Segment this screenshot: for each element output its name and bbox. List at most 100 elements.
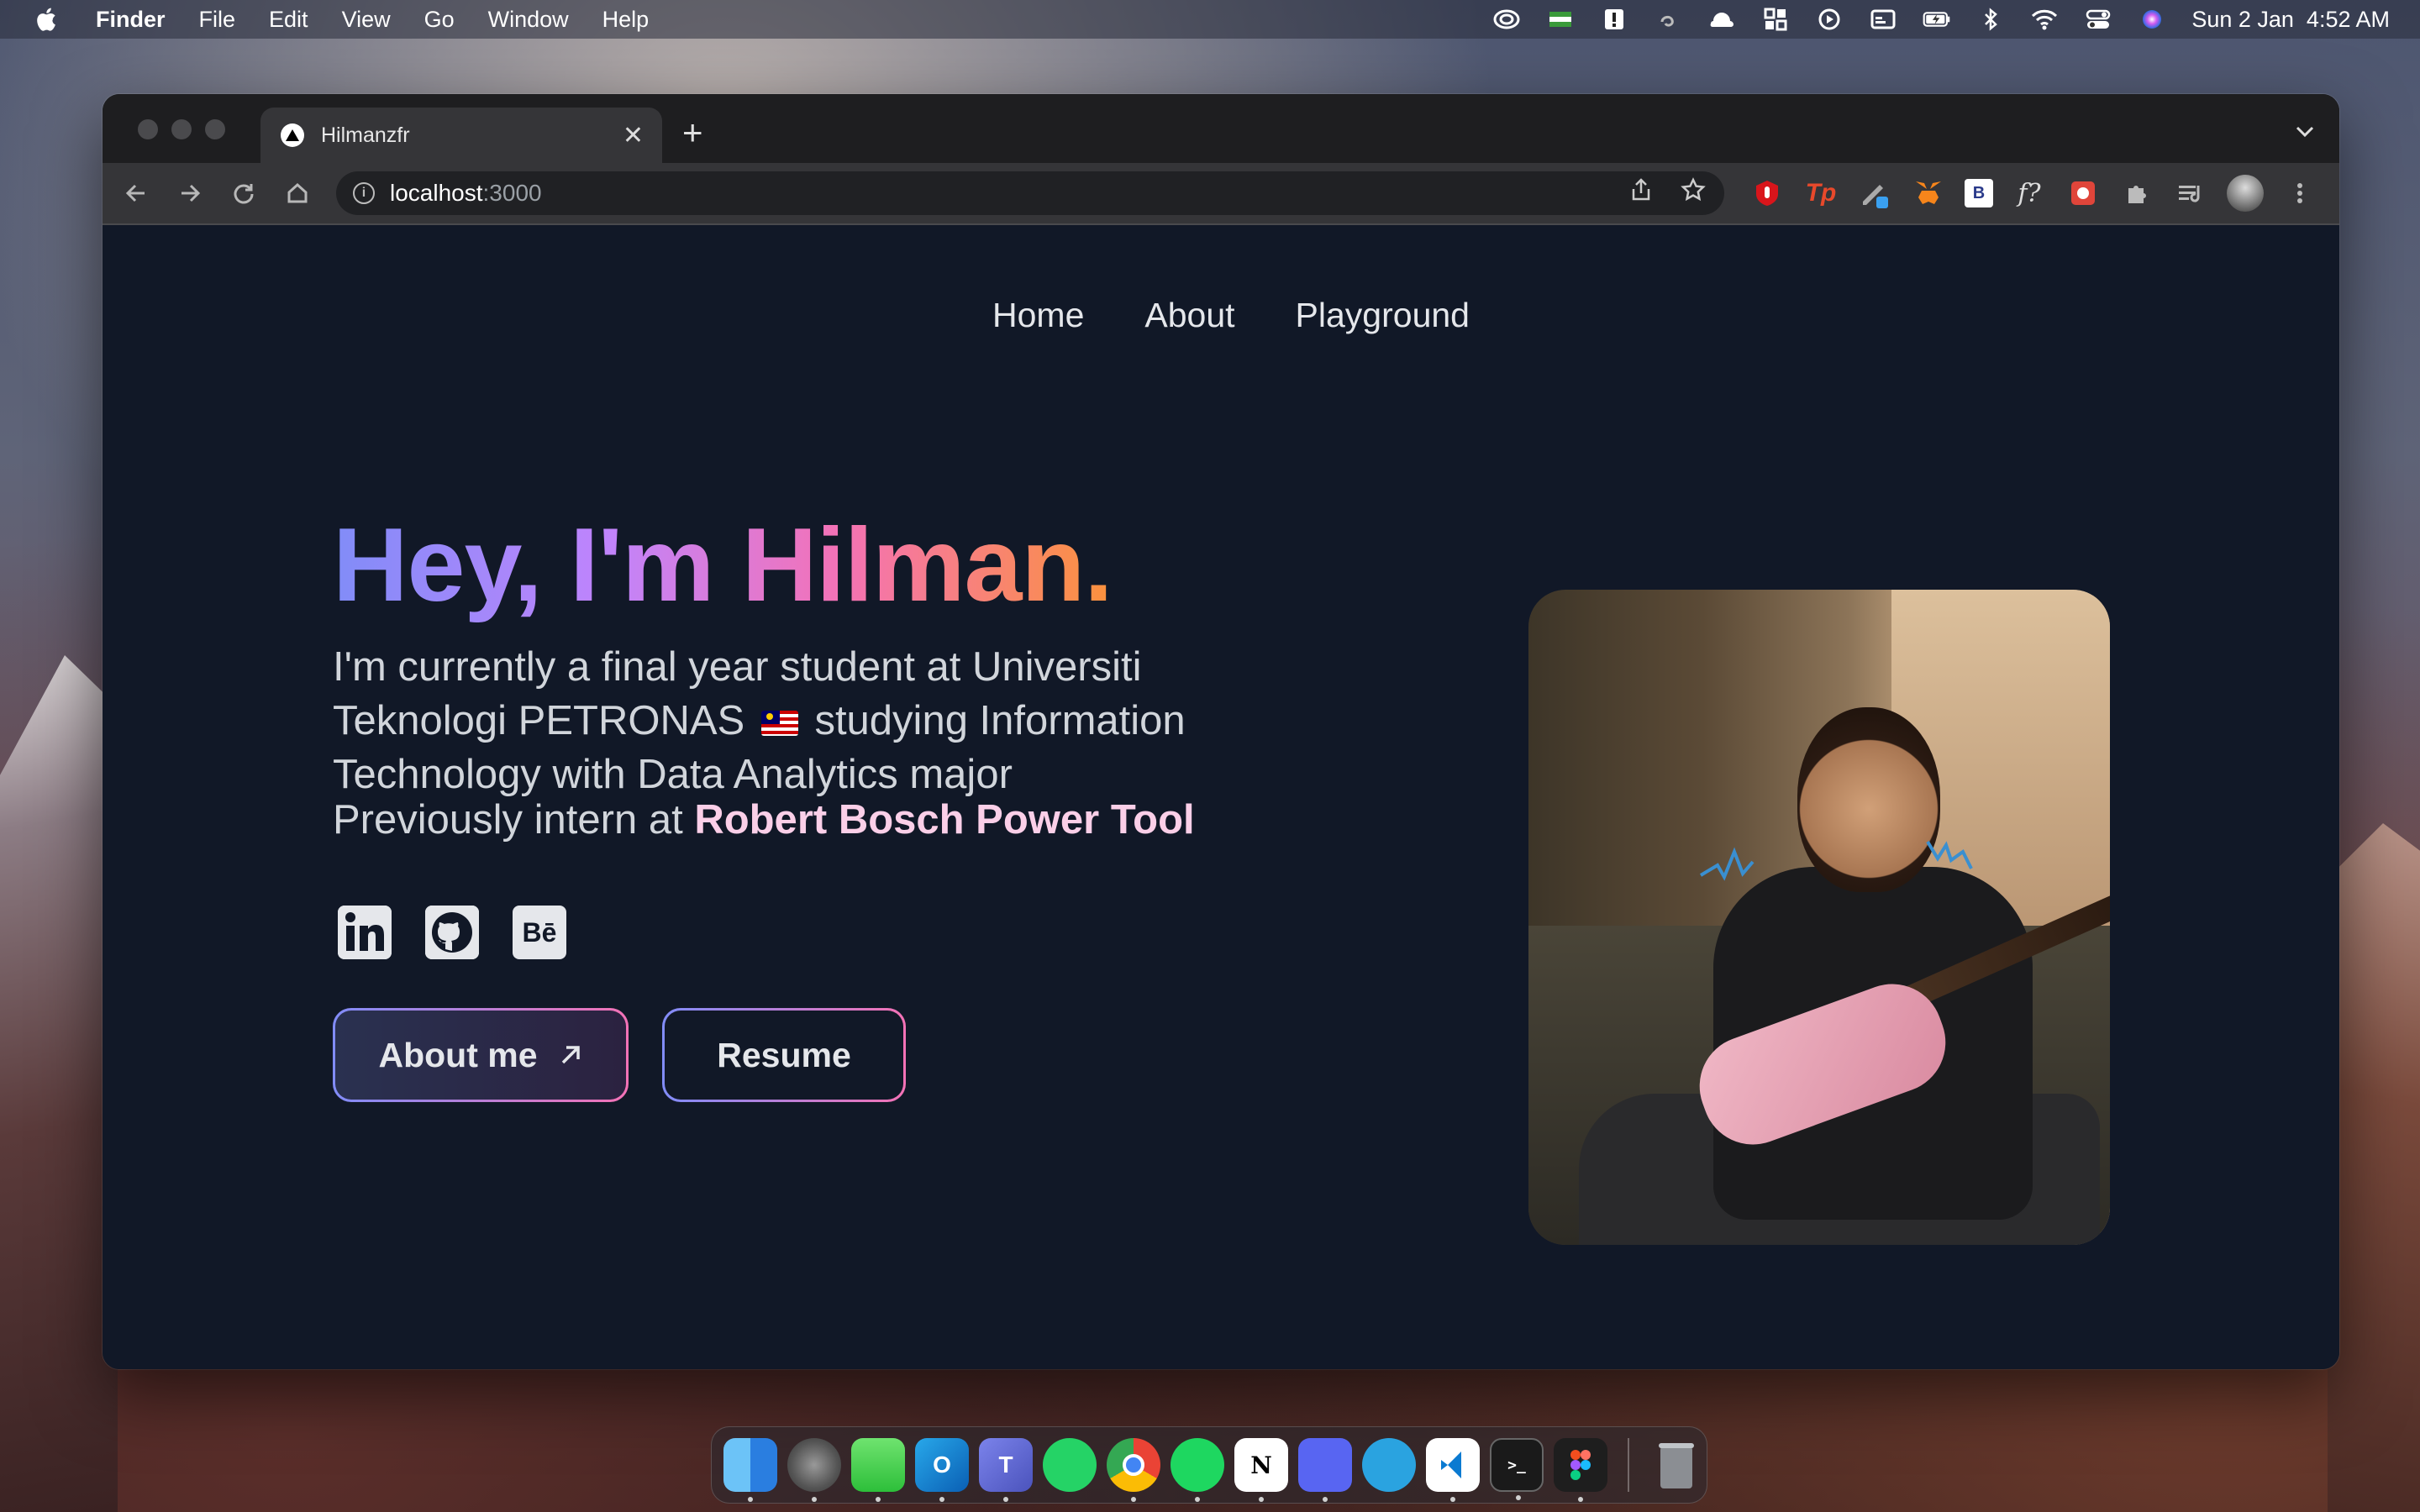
dock-whatsapp-icon[interactable] bbox=[1043, 1438, 1097, 1492]
mac-menubar: Finder File Edit View Go Window Help Sun… bbox=[0, 0, 2420, 39]
mac-dock: O T N >_ bbox=[711, 1426, 1707, 1504]
dock-system-preferences-icon[interactable] bbox=[787, 1438, 841, 1502]
intern-company: Robert Bosch Power Tool bbox=[694, 797, 1195, 843]
behance-icon-label: Bē bbox=[522, 916, 557, 948]
dock-spotify-icon[interactable] bbox=[1171, 1438, 1224, 1502]
playlist-icon[interactable] bbox=[2173, 176, 2208, 211]
b-icon[interactable]: B bbox=[1965, 179, 1993, 207]
minimize-window-button[interactable] bbox=[171, 119, 192, 139]
nav-playground-link[interactable]: Playground bbox=[1296, 296, 1470, 335]
menu-go[interactable]: Go bbox=[424, 7, 455, 33]
bookmark-star-icon[interactable] bbox=[1681, 177, 1706, 209]
alert-status-icon[interactable] bbox=[1600, 7, 1628, 32]
tp-icon[interactable]: Tp bbox=[1803, 176, 1839, 211]
menu-window[interactable]: Window bbox=[488, 7, 569, 33]
dock-trash-icon[interactable] bbox=[1649, 1438, 1703, 1492]
url-host: localhost bbox=[390, 180, 483, 206]
photo-doodle-overlay bbox=[1699, 840, 1973, 881]
resume-label: Resume bbox=[717, 1035, 851, 1074]
vercel-favicon-icon bbox=[281, 123, 304, 147]
chevron-down-icon[interactable] bbox=[2296, 118, 2314, 144]
github-icon[interactable] bbox=[425, 906, 479, 959]
site-nav: Home About Playground bbox=[103, 296, 2339, 335]
social-links: Bē bbox=[338, 906, 566, 959]
ublock-icon[interactable] bbox=[1749, 176, 1785, 211]
hero-description: I'm currently a final year student at Un… bbox=[333, 640, 1307, 801]
wallpaper-mountain-left bbox=[0, 655, 118, 1512]
puzzle-icon[interactable] bbox=[2119, 176, 2154, 211]
siri-icon[interactable] bbox=[2138, 7, 2166, 32]
share-icon[interactable] bbox=[1630, 177, 1652, 209]
f-icon[interactable]: f? bbox=[2012, 176, 2047, 211]
home-button[interactable] bbox=[271, 181, 324, 205]
reload-button[interactable] bbox=[217, 181, 271, 205]
apple-menu-icon[interactable] bbox=[34, 6, 57, 33]
url-port: :3000 bbox=[482, 180, 542, 206]
back-button[interactable] bbox=[109, 181, 163, 205]
profile-photo bbox=[1528, 590, 2110, 1245]
menu-app-name[interactable]: Finder bbox=[96, 7, 166, 33]
dock-figma-icon[interactable] bbox=[1554, 1438, 1607, 1502]
address-bar[interactable]: i localhost:3000 bbox=[336, 171, 1724, 215]
wallpaper-mountain-right bbox=[2328, 823, 2420, 1512]
qr-status-icon[interactable] bbox=[1761, 7, 1790, 32]
menu-edit[interactable]: Edit bbox=[269, 7, 308, 33]
dock-separator bbox=[1628, 1438, 1629, 1492]
arrow-up-right-icon bbox=[561, 1046, 580, 1064]
hero-title: Hey, I'm Hilman. bbox=[333, 507, 1113, 623]
close-window-button[interactable] bbox=[138, 119, 158, 139]
tab-title: Hilmanzfr bbox=[321, 123, 410, 147]
menu-file[interactable]: File bbox=[199, 7, 236, 33]
forward-button[interactable] bbox=[163, 181, 217, 205]
window-controls bbox=[138, 119, 225, 139]
maximize-window-button[interactable] bbox=[205, 119, 225, 139]
control-center-icon[interactable] bbox=[2084, 7, 2112, 32]
pen-icon[interactable] bbox=[1857, 176, 1892, 211]
about-me-button[interactable]: About me bbox=[333, 1008, 629, 1102]
dock-outlook-icon[interactable]: O bbox=[915, 1438, 969, 1502]
more-options-icon[interactable] bbox=[2282, 176, 2317, 211]
cta-buttons: About me Resume bbox=[333, 1008, 906, 1102]
battery-icon[interactable] bbox=[1923, 7, 1951, 32]
dock-messages-icon[interactable] bbox=[851, 1438, 905, 1502]
dock-notion-icon[interactable]: N bbox=[1234, 1438, 1288, 1502]
about-me-label: About me bbox=[378, 1035, 538, 1074]
browser-window: Hilmanzfr ✕ + i localhost:3000 Tp B f? … bbox=[103, 94, 2339, 1369]
new-tab-button[interactable]: + bbox=[682, 114, 703, 151]
profile-avatar[interactable] bbox=[2227, 175, 2264, 212]
cloud-status-icon[interactable] bbox=[1707, 7, 1736, 32]
resume-button[interactable]: Resume bbox=[662, 1008, 906, 1102]
browser-tab[interactable]: Hilmanzfr ✕ bbox=[260, 108, 662, 163]
linkedin-icon[interactable] bbox=[338, 906, 392, 959]
dock-vscode-icon[interactable] bbox=[1426, 1438, 1480, 1502]
nav-home-link[interactable]: Home bbox=[992, 296, 1084, 335]
tab-bar: Hilmanzfr ✕ + bbox=[103, 94, 2339, 163]
dock-finder-icon[interactable] bbox=[723, 1438, 777, 1502]
creative-cloud-icon[interactable] bbox=[1492, 7, 1521, 32]
dock-telegram-icon[interactable] bbox=[1362, 1438, 1416, 1492]
malaysia-flag-icon bbox=[760, 711, 798, 736]
site-info-icon[interactable]: i bbox=[353, 182, 375, 204]
extensions-row: Tp B f? bbox=[1749, 175, 2317, 212]
flag-status-icon[interactable] bbox=[1546, 7, 1575, 32]
swirl-status-icon[interactable] bbox=[1654, 7, 1682, 32]
nav-about-link[interactable]: About bbox=[1144, 296, 1234, 335]
webpage: Home About Playground Hey, I'm Hilman. I… bbox=[103, 225, 2339, 1369]
intern-text: Previously intern at Robert Bosch Power … bbox=[333, 796, 1195, 843]
dock-chrome-icon[interactable] bbox=[1107, 1438, 1160, 1502]
bluetooth-icon[interactable] bbox=[1976, 7, 2005, 32]
metamask-icon[interactable] bbox=[1911, 176, 1946, 211]
browser-toolbar: i localhost:3000 Tp B f? bbox=[103, 163, 2339, 225]
window-status-icon[interactable] bbox=[1869, 7, 1897, 32]
menu-help[interactable]: Help bbox=[602, 7, 650, 33]
gift-icon[interactable] bbox=[2065, 176, 2101, 211]
dock-discord-icon[interactable] bbox=[1298, 1438, 1352, 1502]
behance-icon[interactable]: Bē bbox=[513, 906, 566, 959]
dock-teams-icon[interactable]: T bbox=[979, 1438, 1033, 1502]
dock-terminal-icon[interactable]: >_ bbox=[1490, 1438, 1544, 1500]
wifi-icon[interactable] bbox=[2030, 7, 2059, 32]
close-tab-icon[interactable]: ✕ bbox=[623, 121, 644, 150]
menubar-clock[interactable]: Sun 2 Jan 4:52 AM bbox=[2191, 7, 2390, 33]
menu-view[interactable]: View bbox=[342, 7, 391, 33]
play-status-icon[interactable] bbox=[1815, 7, 1844, 32]
